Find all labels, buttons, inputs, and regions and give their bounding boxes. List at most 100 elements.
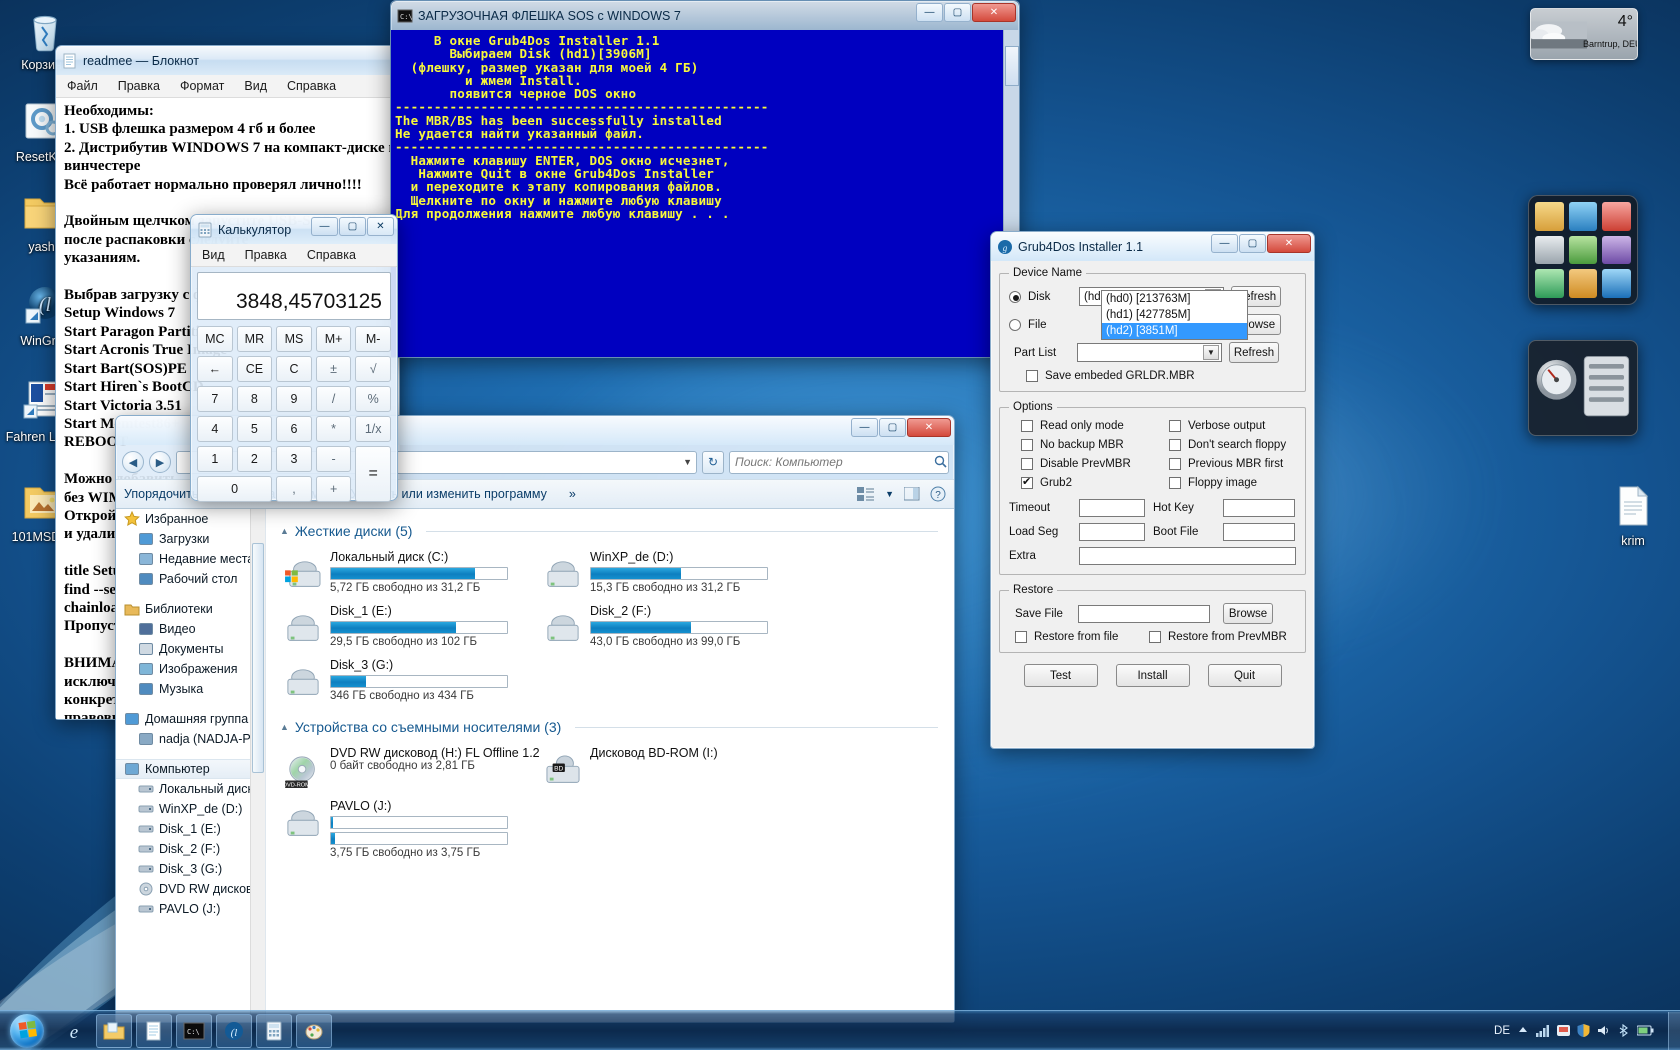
sidebar-scrollbar[interactable]: [250, 509, 265, 1022]
minimize-button[interactable]: —: [916, 3, 943, 22]
sidebar-item-13[interactable]: WinXP_de (D:): [116, 799, 265, 819]
sidebar-item-16[interactable]: Disk_3 (G:): [116, 859, 265, 879]
calc-key-MR[interactable]: MR: [236, 326, 273, 352]
battery-icon[interactable]: [1637, 1025, 1654, 1036]
explorer-content[interactable]: ▲ Жесткие диски (5) Локальный диск (C:) 5…: [266, 509, 954, 1022]
dos-window-buttons[interactable]: — ▢ ✕: [916, 3, 1016, 22]
maximize-button[interactable]: ▢: [339, 217, 366, 236]
dropdown-option-2[interactable]: (hd2) [3851M]: [1102, 323, 1247, 339]
calc-key-5[interactable]: 5: [236, 416, 273, 442]
scrollbar-thumb[interactable]: [1005, 46, 1019, 86]
notepad-titlebar[interactable]: readmee — Блокнот: [56, 46, 399, 75]
close-button[interactable]: ✕: [367, 217, 394, 236]
option-row[interactable]: Previous MBR first: [1169, 458, 1296, 470]
triangle-icon[interactable]: ▲: [280, 526, 289, 536]
calc-key-4[interactable]: 4: [197, 416, 233, 442]
restore-browse-button[interactable]: Browse: [1223, 603, 1273, 624]
disk-radio[interactable]: [1009, 290, 1021, 303]
option-checkbox[interactable]: [1169, 458, 1181, 470]
calc-key-MS[interactable]: MS: [276, 326, 312, 352]
calc-key-M[interactable]: M-: [355, 326, 391, 352]
save-file-row[interactable]: Save File Browse: [1009, 603, 1296, 624]
disk-dropdown-list[interactable]: (hd0) [213763M] (hd1) [427785M] (hd2) [3…: [1101, 290, 1248, 340]
calc-key-7[interactable]: 7: [197, 386, 233, 412]
timeout-input[interactable]: [1079, 499, 1145, 517]
calculator-window[interactable]: Калькулятор — ▢ ✕ Вид Правка Справка 384…: [190, 214, 398, 502]
view-layout-icon[interactable]: [857, 487, 875, 501]
calc-key-[interactable]: /: [315, 386, 352, 412]
app-launcher-gadget[interactable]: [1528, 195, 1638, 305]
drive-item[interactable]: DVD-ROM DVD RW дисковод (H:) FL Offline 1…: [280, 743, 540, 792]
sidebar-item-17[interactable]: DVD RW дисковод (H:): [116, 879, 265, 899]
calc-key-[interactable]: ±: [315, 356, 352, 382]
toolbar-overflow[interactable]: »: [569, 487, 576, 501]
option-checkbox[interactable]: [1021, 458, 1033, 470]
grub4dos-window[interactable]: g Grub4Dos Installer 1.1 — ▢ ✕ Device Na…: [990, 231, 1315, 749]
grub4dos-titlebar[interactable]: g Grub4Dos Installer 1.1 — ▢ ✕: [991, 232, 1314, 261]
option-row[interactable]: Read only mode: [1021, 420, 1161, 432]
minimize-button[interactable]: —: [851, 418, 878, 437]
drive-item[interactable]: BD Дисковод BD-ROM (I:): [540, 743, 790, 792]
calc-key-[interactable]: ,: [276, 476, 312, 502]
calc-key-2[interactable]: 2: [236, 446, 273, 472]
option-checkbox[interactable]: [1021, 475, 1033, 489]
dos-titlebar[interactable]: C:\ ЗАГРУЗОЧНАЯ ФЛЕШКА SOS с WINDOWS 7 —…: [391, 1, 1019, 30]
minimize-button[interactable]: —: [1211, 234, 1238, 253]
option-row[interactable]: Verbose output: [1169, 420, 1296, 432]
part-list-combo[interactable]: ▼: [1077, 343, 1222, 362]
show-hidden-icon[interactable]: [1517, 1025, 1529, 1037]
bootfile-input[interactable]: [1223, 523, 1295, 541]
calc-key-C[interactable]: C: [276, 356, 312, 382]
back-button[interactable]: ◀: [122, 451, 144, 473]
preview-pane-icon[interactable]: [904, 487, 920, 501]
sidebar-item-8[interactable]: Музыка: [116, 679, 265, 699]
dos-output-area[interactable]: В окне Grub4Dos Installer 1.1 Выбираем D…: [391, 30, 1019, 357]
calculator-keypad[interactable]: MC MR MS M+ M- ← CE C ± √ 7 8 9/% 4 5 6 * 1/x 1 2 3- = 0, +: [197, 326, 391, 502]
sidebar-item-18[interactable]: PAVLO (J:): [116, 899, 265, 919]
option-row[interactable]: Disable PrevMBR: [1021, 458, 1161, 470]
minimize-button[interactable]: —: [311, 217, 338, 236]
scrollbar-thumb[interactable]: [252, 543, 264, 773]
volume-icon[interactable]: [1597, 1024, 1611, 1037]
restore-from-prevmbr-checkbox[interactable]: [1149, 631, 1161, 643]
option-checkbox[interactable]: [1169, 420, 1181, 432]
sidebar-item-0[interactable]: Избранное: [116, 509, 265, 529]
calc-key-[interactable]: ←: [197, 356, 233, 382]
calc-key-MC[interactable]: MC: [197, 326, 233, 352]
save-embeded-row[interactable]: Save embeded GRLDR.MBR: [1009, 370, 1296, 382]
sidebar-item-6[interactable]: Документы: [116, 639, 265, 659]
taskbar-window-button-3[interactable]: [674, 1014, 839, 1048]
network-icon[interactable]: [1536, 1024, 1550, 1037]
maximize-button[interactable]: ▢: [1239, 234, 1266, 253]
test-button[interactable]: Test: [1023, 664, 1098, 687]
calc-key-6[interactable]: 6: [276, 416, 312, 442]
loadseg-input[interactable]: [1079, 523, 1145, 541]
explorer-sidebar[interactable]: Избранное Загрузки Недавние места Рабочий с…: [116, 509, 266, 1022]
group-header-removable[interactable]: ▲ Устройства со съемными носителями (3): [280, 719, 954, 735]
sidebar-item-9[interactable]: Домашняя группа: [116, 709, 265, 729]
file-radio[interactable]: [1009, 318, 1021, 331]
system-tray[interactable]: DE: [1494, 1024, 1662, 1037]
menu-view[interactable]: Вид: [199, 247, 228, 263]
taskbar-calculator-button[interactable]: [256, 1013, 292, 1048]
menu-help[interactable]: Справка: [304, 247, 359, 263]
taskbar-wingrub-button[interactable]: (l: [216, 1013, 252, 1048]
calc-key-[interactable]: +: [315, 476, 352, 502]
hotkey-input[interactable]: [1223, 499, 1295, 517]
menu-edit[interactable]: Правка: [242, 247, 290, 263]
drive-item[interactable]: Disk_3 (G:) 346 ГБ свободно из 434 ГБ: [280, 655, 530, 705]
sidebar-item-3[interactable]: Рабочий стол: [116, 569, 265, 589]
close-button[interactable]: ✕: [972, 3, 1016, 22]
close-button[interactable]: ✕: [1267, 234, 1311, 253]
sidebar-item-11[interactable]: Компьютер: [116, 759, 265, 779]
sidebar-item-2[interactable]: Недавние места: [116, 549, 265, 569]
sidebar-item-5[interactable]: Видео: [116, 619, 265, 639]
taskbar-window-button-1[interactable]: [336, 1014, 501, 1048]
calc-key-[interactable]: =: [355, 446, 391, 502]
sidebar-item-12[interactable]: Локальный диск (C:): [116, 779, 265, 799]
extra-input[interactable]: [1079, 547, 1296, 565]
menu-format[interactable]: Формат: [177, 78, 227, 94]
calc-key-M[interactable]: M+: [315, 326, 352, 352]
taskbar-cmd-button[interactable]: C:\: [176, 1013, 212, 1048]
calc-key-[interactable]: √: [355, 356, 391, 382]
